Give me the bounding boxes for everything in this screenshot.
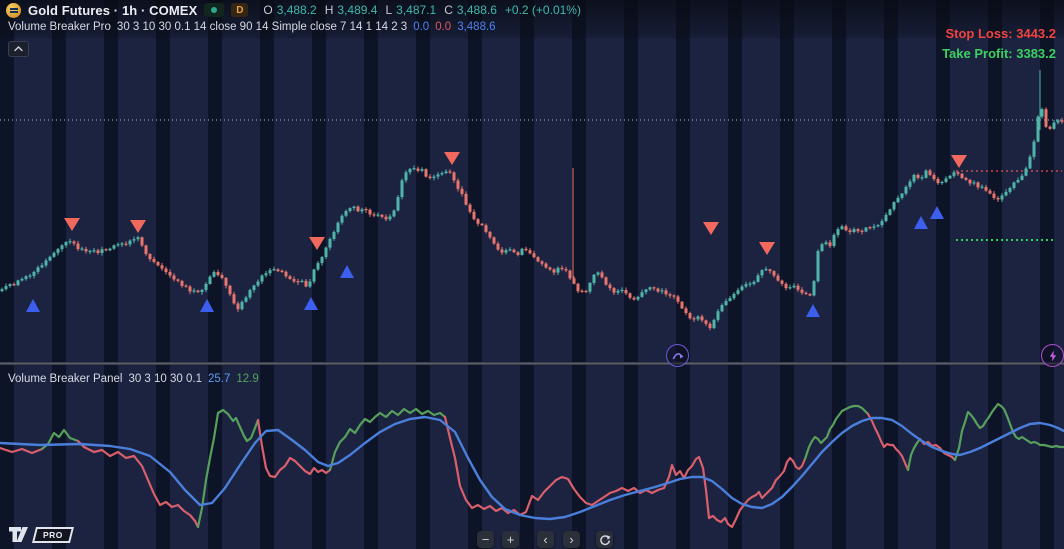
main-price-chart[interactable] [0, 0, 1064, 549]
indicator-value-blue: 0.0 [413, 21, 429, 33]
candlesticks [1, 70, 1064, 330]
arrow-right-curve-icon [671, 350, 685, 362]
close-value: 3,488.6 [457, 3, 497, 17]
sell-signal-triangle [951, 155, 967, 168]
trade-levels-readout: Stop Loss: 3443.2 Take Profit: 3383.2 [942, 24, 1056, 64]
chevron-up-icon [14, 46, 23, 52]
buy-signal-triangle [26, 299, 40, 312]
indicator-params: 30 3 10 30 0.1 14 close 90 14 Simple clo… [117, 21, 407, 33]
buy-signal-triangle [914, 216, 928, 229]
symbol-title[interactable]: Gold Futures · 1h · COMEX [28, 3, 197, 18]
reset-chart-button[interactable] [596, 531, 613, 548]
indicator-legend[interactable]: Volume Breaker Pro 30 3 10 30 0.1 14 clo… [8, 21, 496, 33]
oscillator-lines [0, 404, 1064, 527]
buy-signal-triangle [340, 265, 354, 278]
reference-lines [0, 120, 1064, 240]
panel-indicator-name[interactable]: Volume Breaker Panel [8, 373, 122, 385]
oscillator-legend[interactable]: Volume Breaker Panel 30 3 10 30 0.1 25.7… [8, 373, 259, 385]
pane-separator[interactable] [0, 362, 1064, 365]
change-value: +0.2 (+0.01%) [505, 3, 581, 17]
high-value: 3,489.4 [337, 3, 377, 17]
oscillator-green-segment [908, 439, 920, 470]
tradingview-mark-icon [8, 526, 29, 543]
panel-value-blue: 25.7 [208, 373, 230, 385]
low-value: 3,487.1 [396, 3, 436, 17]
oscillator-green-segment [198, 410, 258, 527]
take-profit-label: Take Profit: 3383.2 [942, 44, 1056, 64]
chevron-right-icon: › [569, 533, 573, 546]
scroll-left-button[interactable]: ‹ [537, 531, 554, 548]
lightning-bolt-icon [1047, 349, 1059, 363]
oscillator-green-segment [42, 430, 78, 449]
plus-icon: + [507, 533, 515, 546]
close-label: C [444, 3, 453, 17]
pro-badge: PRO [32, 527, 74, 543]
interval-badge[interactable]: D [231, 3, 248, 17]
buy-signal-triangle [806, 304, 820, 317]
zoom-in-button[interactable]: + [502, 531, 519, 548]
buy-signal-triangle [304, 297, 318, 310]
buy-signal-triangle [930, 206, 944, 219]
market-open-dot-icon [211, 7, 217, 13]
tradingview-logo[interactable]: PRO [8, 526, 72, 543]
sell-signal-triangle [309, 237, 325, 250]
ohlc-readout: O 3,488.2 H 3,489.4 L 3,487.1 C 3,488.6 … [263, 3, 581, 17]
low-label: L [385, 3, 392, 17]
chevron-left-icon: ‹ [543, 533, 547, 546]
zoom-out-button[interactable]: − [477, 531, 494, 548]
indicator-value-red: 0.0 [435, 21, 451, 33]
panel-value-green: 12.9 [236, 373, 258, 385]
tradingview-chart-window: Gold Futures · 1h · COMEX D O 3,488.2 H … [0, 0, 1064, 549]
sell-signal-triangle [64, 218, 80, 231]
minus-icon: − [482, 533, 490, 546]
open-value: 3,488.2 [277, 3, 317, 17]
buy-signal-triangle [200, 299, 214, 312]
market-status-badge [204, 3, 224, 17]
scroll-right-button[interactable]: › [563, 531, 580, 548]
gold-symbol-icon [6, 3, 21, 18]
sell-signals [64, 152, 967, 255]
high-label: H [325, 3, 334, 17]
refresh-icon [599, 534, 611, 546]
symbol-header[interactable]: Gold Futures · 1h · COMEX D O 3,488.2 H … [6, 2, 581, 18]
sell-signal-triangle [703, 222, 719, 235]
oscillator-red-segment [0, 448, 42, 453]
oscillator-green-segment [805, 406, 868, 459]
sell-signal-triangle [444, 152, 460, 165]
indicator-name[interactable]: Volume Breaker Pro [8, 21, 111, 33]
panel-indicator-params: 30 3 10 30 0.1 [128, 373, 202, 385]
buy-signals [26, 206, 944, 317]
indicator-value-price: 3,488.6 [457, 21, 495, 33]
go-to-realtime-button[interactable] [666, 344, 689, 367]
collapse-legend-button[interactable] [8, 41, 29, 57]
sell-signal-triangle [759, 242, 775, 255]
oscillator-red-segment [258, 420, 330, 477]
open-label: O [263, 3, 272, 17]
oscillator-red-segment [445, 417, 805, 527]
sell-signal-triangle [130, 220, 146, 233]
stop-loss-label: Stop Loss: 3443.2 [942, 24, 1056, 44]
boost-button[interactable] [1041, 344, 1064, 367]
oscillator-red-segment [868, 414, 908, 470]
